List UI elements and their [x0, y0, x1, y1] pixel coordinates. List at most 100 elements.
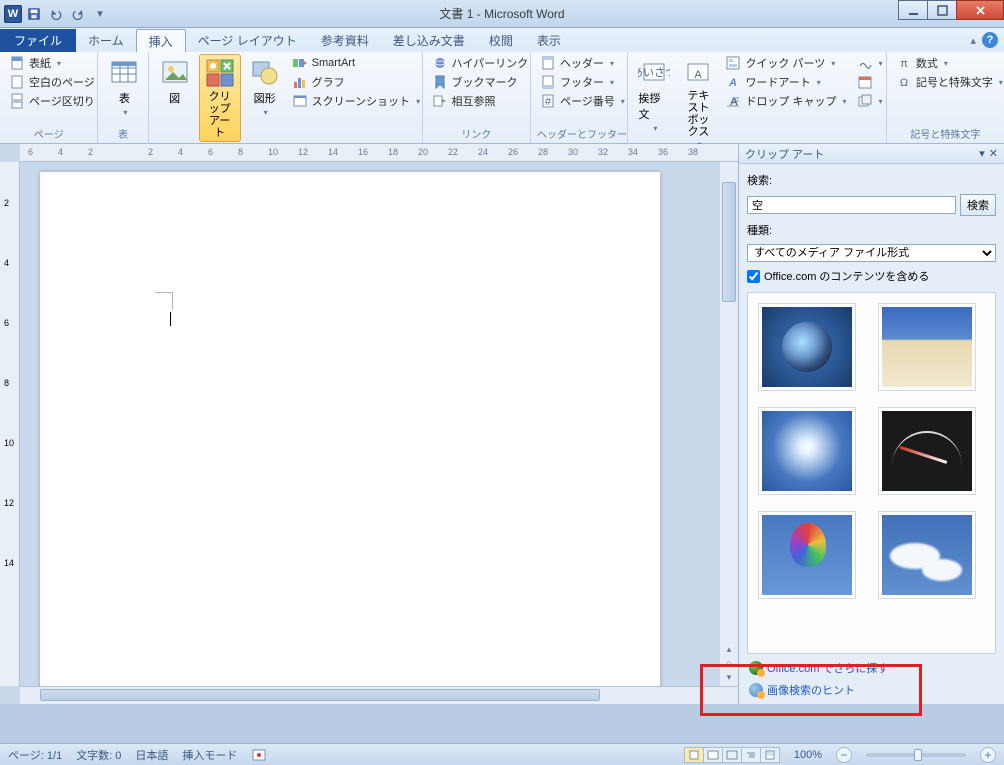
clipart-result-fuel-gauge[interactable]	[878, 407, 976, 495]
media-type-select[interactable]: すべてのメディア ファイル形式	[747, 244, 996, 262]
page[interactable]	[40, 172, 660, 686]
zoom-out-button[interactable]: −	[836, 747, 852, 763]
clipart-result-earth[interactable]	[758, 303, 856, 391]
browse-object-button[interactable]: ○	[720, 658, 738, 672]
quickparts-label: クイック パーツ	[745, 55, 825, 71]
equation-button[interactable]: π数式▾	[893, 54, 1004, 72]
status-words[interactable]: 文字数: 0	[76, 747, 121, 763]
office-com-link[interactable]: Office.com でさらに探す	[749, 660, 994, 676]
clipart-result-balloon[interactable]	[758, 511, 856, 599]
chart-button[interactable]: グラフ	[289, 73, 423, 91]
tab-view[interactable]: 表示	[525, 29, 573, 52]
view-buttons	[685, 747, 780, 763]
header-label: ヘッダー	[560, 55, 604, 71]
sig-button[interactable]: ▾	[854, 54, 886, 72]
dropcap-button[interactable]: Aドロップ キャップ▾	[722, 92, 849, 110]
clipart-results[interactable]	[747, 292, 996, 654]
include-office-checkbox[interactable]	[747, 270, 760, 283]
group-tables: 表▾ 表	[98, 52, 148, 143]
redo-button[interactable]	[68, 4, 88, 24]
horizontal-scrollbar[interactable]	[20, 686, 738, 704]
view-outline[interactable]	[741, 747, 761, 763]
table-label: 表	[119, 90, 130, 106]
shapes-button[interactable]: 図形▾	[245, 54, 285, 142]
help-icon[interactable]: ?	[982, 32, 998, 48]
page-break-label: ページ区切り	[29, 93, 95, 109]
taskpane-close-icon[interactable]: ✕	[989, 147, 998, 160]
zoom-in-button[interactable]: +	[980, 747, 996, 763]
maximize-button[interactable]	[927, 0, 957, 20]
search-hint-link[interactable]: 画像検索のヒント	[749, 682, 994, 698]
footer-button[interactable]: フッター▾	[537, 73, 628, 91]
word-icon: W	[4, 5, 22, 23]
zoom-slider-thumb[interactable]	[914, 749, 922, 761]
zoom-level[interactable]: 100%	[794, 749, 822, 761]
prev-page-button[interactable]: ▴	[720, 644, 738, 658]
quickparts-button[interactable]: クイック パーツ▾	[722, 54, 849, 72]
wordart-button[interactable]: Aワードアート▾	[722, 73, 849, 91]
hscroll-thumb[interactable]	[40, 689, 600, 701]
symbol-button[interactable]: Ω記号と特殊文字▾	[893, 73, 1004, 91]
clipart-result-clouds[interactable]	[878, 511, 976, 599]
horizontal-ruler[interactable]: 6422468101214161820222426283032343638	[20, 144, 738, 162]
next-page-button[interactable]: ▾	[720, 672, 738, 686]
smartart-button[interactable]: SmartArt	[289, 54, 423, 72]
blank-page-button[interactable]: 空白のページ	[6, 73, 98, 91]
clipart-result-sun[interactable]	[758, 407, 856, 495]
header-button[interactable]: ヘッダー▾	[537, 54, 628, 72]
tab-layout[interactable]: ページ レイアウト	[186, 29, 309, 52]
vertical-ruler[interactable]: 2468101214	[0, 162, 20, 686]
group-headerfooter-label: ヘッダーとフッター	[537, 124, 621, 143]
crossref-button[interactable]: 相互参照	[429, 92, 532, 110]
greeting-button[interactable]: あいさつ挨拶文▾	[634, 54, 674, 151]
macro-record-icon[interactable]	[251, 747, 267, 763]
pagenum-button[interactable]: #ページ番号▾	[537, 92, 628, 110]
picture-label: 図	[169, 90, 180, 106]
office-com-link-label: Office.com でさらに探す	[767, 660, 888, 676]
close-button[interactable]	[956, 0, 1004, 20]
taskpane-dropdown-icon[interactable]: ▾	[979, 147, 985, 160]
status-mode[interactable]: 挿入モード	[182, 747, 237, 763]
save-button[interactable]	[24, 4, 44, 24]
group-symbols-label: 記号と特殊文字	[893, 124, 998, 143]
view-print-layout[interactable]	[684, 747, 704, 763]
minimize-button[interactable]	[898, 0, 928, 20]
page-break-button[interactable]: ページ区切り	[6, 92, 98, 110]
picture-button[interactable]: 図	[155, 54, 195, 142]
group-tables-label: 表	[104, 124, 141, 143]
tab-file[interactable]: ファイル	[0, 29, 76, 52]
equation-label: 数式	[916, 55, 938, 71]
status-page[interactable]: ページ: 1/1	[8, 747, 62, 763]
bookmark-button[interactable]: ブックマーク	[429, 73, 532, 91]
hyperlink-button[interactable]: ハイパーリンク	[429, 54, 532, 72]
vscroll-thumb[interactable]	[722, 182, 736, 302]
textbox-button[interactable]: Aテキスト ボックス▾	[678, 54, 718, 151]
tab-home[interactable]: ホーム	[76, 29, 136, 52]
search-button[interactable]: 検索	[960, 194, 996, 216]
crossref-label: 相互参照	[452, 93, 496, 109]
clipart-button[interactable]: クリップ アート	[199, 54, 241, 142]
object-button[interactable]: ▾	[854, 92, 886, 110]
undo-button[interactable]	[46, 4, 66, 24]
table-button[interactable]: 表▾	[104, 54, 144, 124]
status-language[interactable]: 日本語	[135, 747, 168, 763]
datetime-button[interactable]	[854, 73, 886, 91]
view-draft[interactable]	[760, 747, 780, 763]
document-scroll[interactable]	[20, 162, 738, 686]
clipart-result-beach[interactable]	[878, 303, 976, 391]
zoom-slider[interactable]	[866, 753, 966, 757]
ribbon-minimize-icon[interactable]: ▴	[970, 34, 976, 47]
qat-customize[interactable]: ▾	[90, 4, 110, 24]
view-full-screen[interactable]	[703, 747, 723, 763]
screenshot-button[interactable]: スクリーンショット▾	[289, 92, 423, 110]
include-office-checkbox-row[interactable]: Office.com のコンテンツを含める	[747, 268, 996, 284]
tab-insert[interactable]: 挿入	[136, 29, 186, 52]
search-input[interactable]	[747, 196, 956, 214]
cover-page-button[interactable]: 表紙▾	[6, 54, 98, 72]
tab-review[interactable]: 校閲	[477, 29, 525, 52]
view-web-layout[interactable]	[722, 747, 742, 763]
tab-references[interactable]: 参考資料	[309, 29, 381, 52]
vertical-scrollbar[interactable]	[720, 162, 738, 686]
title-bar: W ▾ 文書 1 - Microsoft Word	[0, 0, 1004, 28]
tab-mailings[interactable]: 差し込み文書	[381, 29, 477, 52]
